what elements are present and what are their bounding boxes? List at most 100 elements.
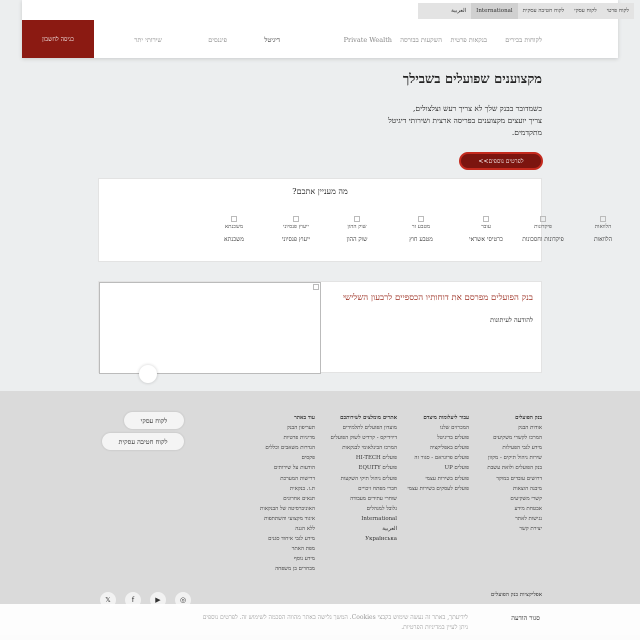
interest-alt-text: שוק ההון: [347, 224, 367, 230]
footer-link[interactable]: ת.ז. בנקאית: [260, 484, 315, 494]
footer-link[interactable]: מפת האתר: [260, 544, 315, 554]
login-button[interactable]: כניסה לחשבון: [22, 20, 94, 58]
footer-link[interactable]: פועלים UP: [407, 463, 469, 473]
footer-link[interactable]: הגדרות משאבים וכללים: [260, 443, 315, 453]
main-nav: לקוחות בכירים בנקאות פרטית השקעות בבורסה…: [112, 36, 542, 46]
promo-image: [99, 282, 321, 374]
footer-link[interactable]: איגוד מקצועי והשתתפות: [260, 514, 315, 524]
nav-item[interactable]: שירותי יתר: [134, 36, 162, 44]
footer-link[interactable]: המרכז הבינלאומי לבנקאות: [331, 443, 397, 453]
footer-heading: בנק הפועלים: [515, 415, 542, 421]
nav-item[interactable]: דיגיטל: [264, 36, 280, 44]
interest-foreign-currency[interactable]: מטבע זר מטבע חוץ: [389, 216, 453, 244]
audience-private[interactable]: לקוח פרטי: [602, 8, 634, 14]
apps-label: אפליקציות בנק הפועלים: [490, 592, 542, 598]
footer-link[interactable]: דרושים עובדים במוקד: [487, 474, 542, 484]
footer-col-bank: בנק הפועלים אודות הבנק המרכז לקשרי משקיע…: [487, 413, 542, 534]
footer-link[interactable]: פועלים בשירות עצמי: [407, 474, 469, 484]
interest-alt-text: פיקדונות: [534, 224, 552, 230]
cookie-close-button[interactable]: סגור הודעה: [511, 614, 540, 622]
footer-link[interactable]: אודות הבנק: [487, 423, 542, 433]
broken-image-icon: [293, 216, 299, 222]
footer-link[interactable]: דיוידיקס - קרדיט לשוק הפועלים: [331, 433, 397, 443]
footer-link[interactable]: מועדון הפועלים לתלמידים: [331, 423, 397, 433]
footer-link[interactable]: דרישות המערכת: [260, 474, 315, 484]
hero-title: מקצוענים שפועלים בשבילך: [402, 72, 542, 87]
broken-image-icon: [483, 216, 489, 222]
footer-link[interactable]: המרכז לקשרי משקיעים: [487, 433, 542, 443]
footer-link[interactable]: קשרי משקיעים: [487, 494, 542, 504]
footer-link[interactable]: תעריפון הבנק: [260, 423, 315, 433]
corporate-client-button[interactable]: לקוח חטיבה עסקית: [102, 433, 184, 450]
footer-link[interactable]: פועלים בדיגיטל: [407, 433, 469, 443]
business-client-button[interactable]: לקוח עסקי: [124, 412, 184, 429]
footer-link[interactable]: Українська: [331, 534, 397, 544]
footer-link[interactable]: מדיניות פרטיות: [260, 433, 315, 443]
footer-col-channels: עבור ליעלומות מיצדם המכרזים שלנו פועלים …: [407, 413, 469, 494]
footer-link[interactable]: המכרזים שלנו: [407, 423, 469, 433]
footer-link[interactable]: פועלים באפליקציה: [407, 443, 469, 453]
footer-link[interactable]: International: [331, 514, 397, 524]
audience-business[interactable]: לקוח עסקי: [569, 8, 602, 14]
broken-image-icon: [231, 216, 237, 222]
interests-title: מה מעניין אתכם?: [292, 187, 348, 196]
footer-link[interactable]: גלובל למנהלים: [331, 504, 397, 514]
interest-alt-text: ייעוץ פנסיוני: [283, 224, 309, 230]
footer-link[interactable]: מיבנה הוצאות: [487, 484, 542, 494]
hero-line: כשמדובר בבנק שלך לא צריך רעש וצלצולים,: [413, 104, 542, 113]
audience-international[interactable]: International: [471, 3, 518, 19]
footer-link[interactable]: נגישות לאתר: [487, 514, 542, 524]
hero-line: צריך יועצים מקצוענים בפריסה ארצית ושירות…: [388, 116, 542, 125]
nav-item[interactable]: השקעות בבורסה: [400, 36, 442, 44]
nav-item[interactable]: בנקאות פרטית: [450, 36, 487, 44]
footer-link[interactable]: האוניברסיטה של הבנקאות: [260, 504, 315, 514]
footer-link[interactable]: פועלים ניהול תיקי השקעות: [331, 474, 397, 484]
nav-item[interactable]: פיננסים: [208, 36, 227, 44]
footer-link[interactable]: פועלים לעסקים בשירות עצמי: [407, 484, 469, 494]
footer-link[interactable]: מידע לגבי הפעילות: [487, 443, 542, 453]
carousel-handle[interactable]: [139, 365, 157, 383]
footer-link[interactable]: מידע נוסף: [260, 554, 315, 564]
footer-link[interactable]: العربية: [331, 524, 397, 534]
audience-switcher: לקוח פרטי לקוח עסקי לקוח חטיבה עסקית Int…: [418, 3, 634, 19]
interest-mortgage[interactable]: משכנתא משכנתא: [202, 216, 266, 244]
press-release-link[interactable]: להודעה לעיתונות: [490, 316, 533, 324]
footer-link[interactable]: שירות ניהול תיקים - מקוון: [487, 453, 542, 463]
audience-arabic[interactable]: العربية: [446, 8, 471, 14]
interest-loans[interactable]: הלוואות הלוואות: [571, 216, 635, 244]
footer-link[interactable]: מידע לגבי איחוד סגנים: [260, 534, 315, 544]
audience-corporate[interactable]: לקוח חטיבה עסקית: [518, 8, 570, 14]
footer-link[interactable]: ללא הגנה: [260, 524, 315, 534]
interest-label: הלוואות: [593, 236, 613, 243]
footer-link[interactable]: מבחרים בן משפחה: [260, 564, 315, 574]
nav-item[interactable]: Private Wealth: [344, 36, 392, 44]
interest-capital-market[interactable]: שוק ההון שוק ההון: [325, 216, 389, 244]
cookie-banner: לידיעתך, באתר זה נעשה שימוש בקבצי Cookie…: [0, 604, 640, 640]
footer-link[interactable]: שוחרי עתידים מעבודה: [331, 494, 397, 504]
footer-link[interactable]: פועלים פרוגראם - סגור זה: [407, 453, 469, 463]
footer-link[interactable]: אבטחת מידע: [487, 504, 542, 514]
footer-link[interactable]: הודעות על שירותים: [260, 463, 315, 473]
interest-deposits[interactable]: פיקדונות פיקדונות וחסכונות: [511, 216, 575, 244]
footer-link[interactable]: תנאים אחרונים: [260, 494, 315, 504]
footer-link[interactable]: חברי מפתח זיכויים: [331, 484, 397, 494]
broken-image-icon: [540, 216, 546, 222]
promo-title[interactable]: בנק הפועלים מפרסם את דוחותיו הכספיים לרב…: [343, 292, 533, 303]
interest-credit-cards[interactable]: עובר כרטיסי אשראי: [454, 216, 518, 244]
interest-alt-text: הלוואות: [594, 224, 612, 230]
more-details-button[interactable]: לפרטים נוספים>>: [459, 152, 543, 170]
footer-link[interactable]: בנק הפועלים ולואת עשבת: [487, 463, 542, 473]
nav-item[interactable]: לקוחות בכירים: [505, 36, 542, 44]
interest-pension[interactable]: ייעוץ פנסיוני ייעוץ פנסיוני: [264, 216, 328, 244]
cookie-text: לידיעתך, באתר זה נעשה שימוש בקבצי Cookie…: [202, 614, 468, 631]
footer-link[interactable]: פועלים EQUITY: [331, 463, 397, 473]
interest-label: ייעוץ פנסיוני: [281, 236, 311, 243]
footer-link[interactable]: יצירת קשר: [487, 524, 542, 534]
footer-link[interactable]: פקסים: [260, 453, 315, 463]
site-header: לקוח פרטי לקוח עסקי לקוח חטיבה עסקית Int…: [22, 0, 634, 58]
hero-text: כשמדובר בבנק שלך לא צריך רעש וצלצולים, צ…: [342, 103, 542, 139]
footer-col-more: עוד באתר תעריפון הבנק מדיניות פרטיות הגד…: [260, 413, 315, 575]
footer-heading: עוד באתר: [294, 415, 315, 421]
footer-link[interactable]: פועלים HI-TECH: [331, 453, 397, 463]
interest-alt-text: מטבע זר: [411, 224, 431, 230]
